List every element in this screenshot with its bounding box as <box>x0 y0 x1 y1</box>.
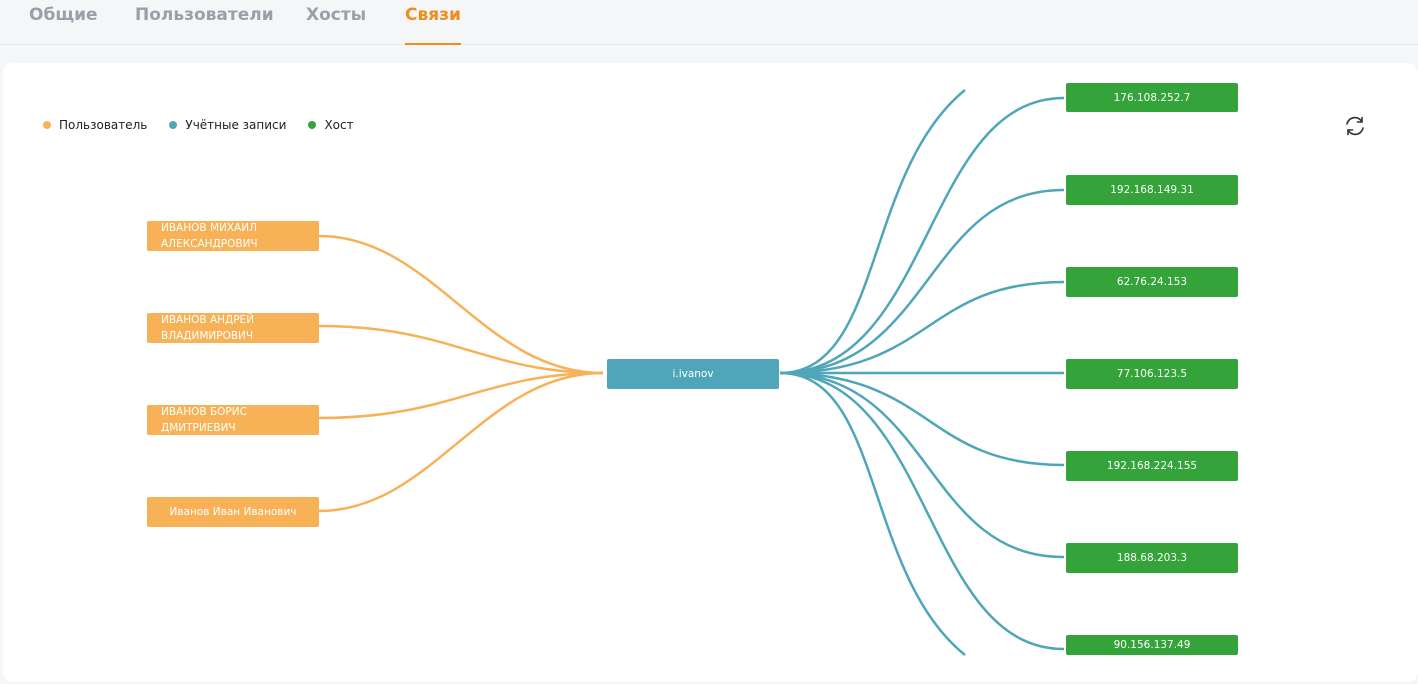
link-account-host <box>779 371 1065 651</box>
host-node[interactable]: 62.76.24.153 <box>1066 267 1238 297</box>
refresh-button[interactable] <box>1343 114 1367 138</box>
user-node[interactable]: ИВАНОВ АНДРЕЙ ВЛАДИМИРОВИЧ <box>147 313 319 343</box>
legend-item-user: Пользователь <box>43 118 147 132</box>
host-dot-icon <box>308 121 317 129</box>
tab-links[interactable]: Связи <box>405 5 461 45</box>
tab-hosts[interactable]: Хосты <box>306 5 366 45</box>
host-node[interactable]: 188.68.203.3 <box>1066 543 1238 573</box>
host-node[interactable]: 77.106.123.5 <box>1066 359 1238 389</box>
legend-item-account: Учётные записи <box>169 118 286 132</box>
graph-panel: Пользователь Учётные записи Хост ИВАНОВ … <box>3 63 1418 682</box>
tab-bar: Общие Пользователи Хосты Связи <box>0 0 1418 45</box>
link-user-account <box>318 371 604 513</box>
user-dot-icon <box>43 121 51 129</box>
link-user-account <box>318 234 604 375</box>
account-node[interactable]: i.ivanov <box>607 359 779 389</box>
link-account-host <box>779 89 966 375</box>
host-node[interactable]: 192.168.149.31 <box>1066 175 1238 205</box>
legend-item-host: Хост <box>308 118 354 132</box>
account-dot-icon <box>169 121 178 129</box>
tab-users[interactable]: Пользователи <box>135 5 274 45</box>
link-account-host <box>779 280 1065 375</box>
link-account-host <box>779 371 966 656</box>
user-node[interactable]: ИВАНОВ МИХАИЛ АЛЕКСАНДРОВИЧ <box>147 221 319 251</box>
legend-label-host: Хост <box>324 118 354 132</box>
link-account-host <box>779 371 1065 559</box>
link-account-host <box>779 371 1065 467</box>
user-node[interactable]: Иванов Иван Иванович <box>147 497 319 527</box>
link-account-host <box>779 188 1065 375</box>
tab-general[interactable]: Общие <box>29 5 98 45</box>
refresh-icon <box>1346 116 1364 136</box>
host-node[interactable]: 90.156.137.49 <box>1066 635 1238 655</box>
graph-legend: Пользователь Учётные записи Хост <box>43 118 376 132</box>
legend-label-user: Пользователь <box>59 118 148 132</box>
legend-label-account: Учётные записи <box>185 118 287 132</box>
user-node[interactable]: ИВАНОВ БОРИС ДМИТРИЕВИЧ <box>147 405 319 435</box>
host-node[interactable]: 192.168.224.155 <box>1066 451 1238 481</box>
host-node[interactable]: 176.108.252.7 <box>1066 83 1238 112</box>
